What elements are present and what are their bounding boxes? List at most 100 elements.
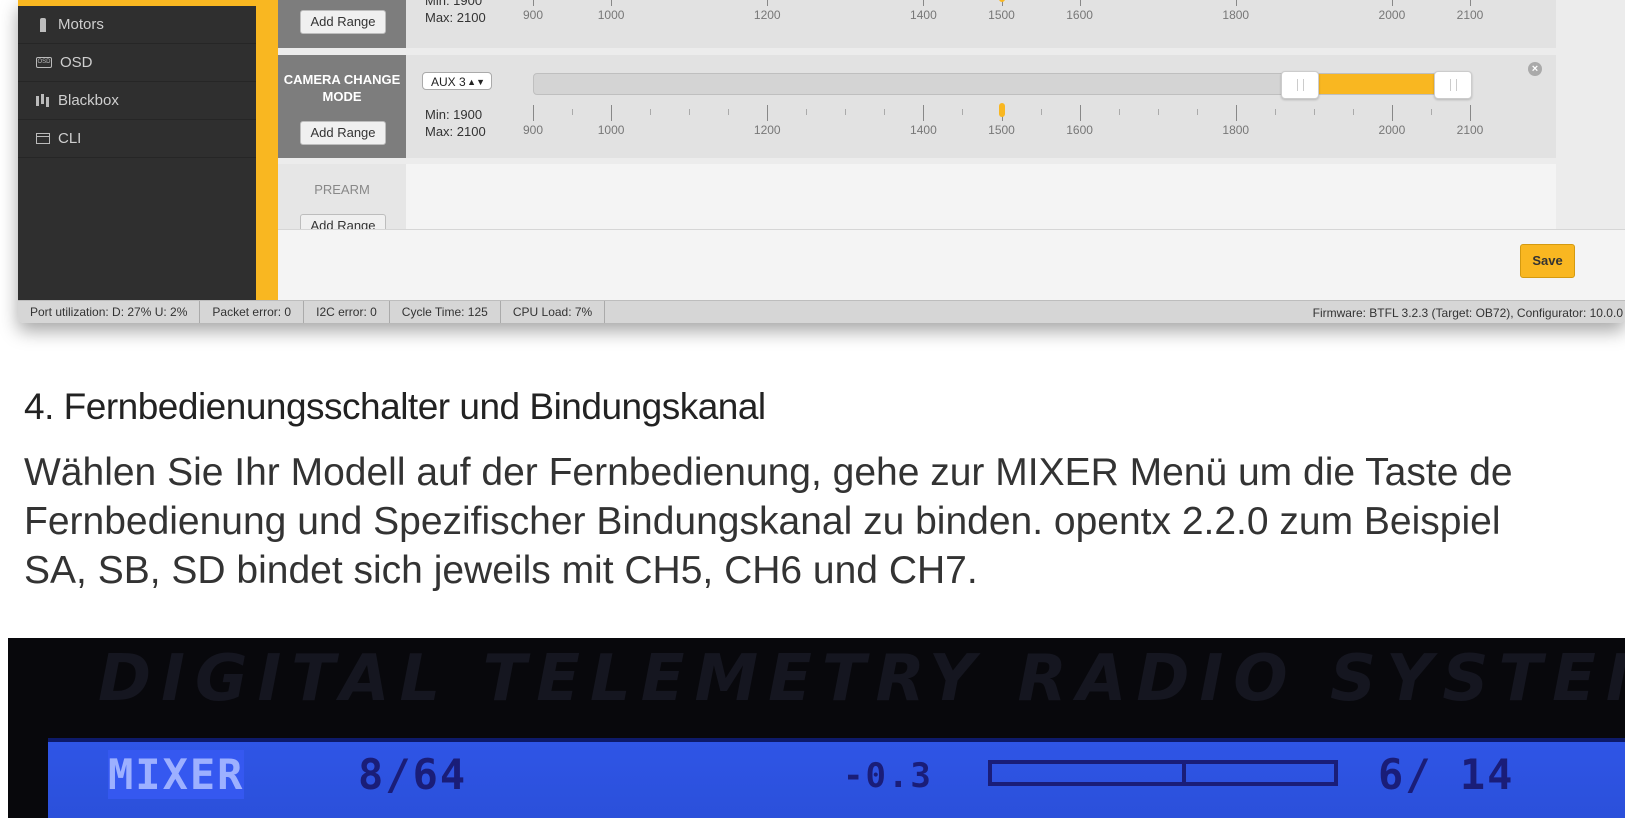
scale-tick-label: 2100 — [1456, 123, 1484, 137]
cli-icon — [36, 133, 50, 144]
save-button[interactable]: Save — [1520, 244, 1575, 278]
radio-lcd-screen: MIXER 8/64 -0.3 6/ 14 — [48, 738, 1625, 818]
scale-minor-tick — [1352, 109, 1354, 115]
scale-tick-label: 1800 — [1222, 123, 1250, 137]
scale-tick-label: 900 — [522, 123, 544, 137]
range-handle-max[interactable] — [1434, 71, 1472, 99]
add-range-button[interactable]: Add Range — [300, 121, 386, 145]
scale-minor-tick — [845, 109, 847, 115]
lcd-page: 8/64 — [358, 750, 468, 799]
sidebar: Motors OSD OSD Blackbox CLI — [18, 0, 278, 300]
scale-major-tick — [767, 105, 769, 121]
body-line: Fernbedienung und Spezifischer Bindungsk… — [24, 500, 1501, 543]
scale-major-tick — [533, 0, 534, 6]
mode-name: CAMERA CHANGE MODE — [283, 72, 401, 104]
radio-photo: DIGITAL TELEMETRY RADIO SYSTEM MIXER 8/6… — [8, 638, 1625, 818]
scale-tick-label: 1500 — [988, 8, 1015, 22]
mode-row: Add Range Min: 1900 Max: 2100 900 1000 120… — [278, 0, 1556, 48]
scale-major-tick — [1235, 105, 1237, 121]
scale-tick-label: 2000 — [1378, 8, 1406, 22]
scale-major-tick — [923, 0, 925, 6]
i2c-error: I2C error: 0 — [304, 301, 390, 323]
radio-banner: DIGITAL TELEMETRY RADIO SYSTEM — [98, 642, 1625, 716]
scale-major-tick — [1391, 0, 1393, 6]
scale-major-tick — [767, 0, 769, 6]
mode-row-prearm: PREARM Add Range — [278, 164, 1556, 238]
sidebar-item-label: CLI — [58, 130, 82, 147]
range-max: Max: 2100 — [425, 10, 486, 25]
scale-tick-label: 1000 — [597, 123, 625, 137]
section-heading: 4. Fernbedienungsschalter und Bindungska… — [24, 386, 766, 427]
scale-tick-label: 1600 — [1066, 8, 1093, 22]
port-utilization: Port utilization: D: 27% U: 2% — [18, 301, 201, 323]
lcd-value: -0.3 — [843, 756, 933, 796]
scale-tick-label: 1600 — [1066, 123, 1093, 137]
scale-tick-label: 1200 — [753, 8, 781, 22]
scale-major-tick — [533, 105, 534, 121]
sidebar-item-label: Motors — [58, 16, 104, 33]
range-fill — [1299, 74, 1452, 94]
packet-error: Packet error: 0 — [200, 301, 305, 323]
range-min: Min: 1900 — [425, 107, 483, 122]
lcd-count: 6/ 14 — [1378, 750, 1515, 799]
scale-tick-label: 900 — [522, 8, 544, 22]
range-slider[interactable] — [533, 71, 1472, 99]
select-arrows-icon: ▲▼ — [467, 77, 485, 87]
scale-minor-tick — [1157, 109, 1159, 115]
scale-minor-tick — [1430, 109, 1432, 115]
range-max: Max: 2100 — [425, 124, 486, 139]
mode-row-camera-change: CAMERA CHANGE MODE Add Range AUX 3 ▲▼ × … — [278, 55, 1556, 158]
range-min: Min: 1900 — [425, 0, 483, 8]
remove-range-icon[interactable]: × — [1528, 62, 1542, 76]
mode-label-box: PREARM Add Range — [278, 164, 406, 238]
mode-label-box: Add Range — [278, 0, 406, 48]
sidebar-item-motors[interactable]: Motors — [18, 6, 256, 44]
lcd-bar — [988, 760, 1338, 786]
scale-minor-tick — [1040, 109, 1042, 115]
scale-minor-tick — [650, 109, 652, 115]
scale-minor-tick — [1196, 109, 1198, 115]
osd-icon: OSD — [36, 57, 52, 68]
scale-major-tick — [611, 0, 613, 6]
scale-tick-label: 1200 — [753, 123, 781, 137]
sidebar-item-blackbox[interactable]: Blackbox — [18, 82, 256, 120]
mode-name: PREARM — [314, 182, 370, 197]
configurator-window: Motors OSD OSD Blackbox CLI Add Range Mi… — [18, 0, 1625, 323]
body-line: SA, SB, SD bindet sich jeweils mit CH5, … — [24, 549, 978, 592]
scale-tick-label: 1000 — [597, 8, 625, 22]
scale-minor-tick — [1313, 109, 1315, 115]
cycle-time: Cycle Time: 125 — [390, 301, 501, 323]
range-scale: 900 1000 1200 1400 1500 1600 1800 2000 2100 — [523, 103, 1483, 145]
modes-content: Add Range Min: 1900 Max: 2100 900 1000 120… — [278, 0, 1625, 301]
channel-position-marker — [998, 0, 1005, 2]
scale-minor-tick — [1118, 109, 1120, 115]
bottom-toolbar: Save — [278, 229, 1625, 301]
scale-minor-tick — [689, 109, 691, 115]
scale-tick-label: 1400 — [910, 8, 937, 22]
sidebar-item-cli[interactable]: CLI — [18, 120, 256, 158]
scale-major-tick — [1235, 0, 1237, 6]
scale-major-tick — [923, 105, 925, 121]
scale-tick-label: 2000 — [1378, 123, 1406, 137]
channel-position-marker — [998, 103, 1005, 117]
scale-tick-label: 2100 — [1456, 8, 1484, 22]
sidebar-item-osd[interactable]: OSD OSD — [18, 44, 256, 82]
status-bar: Port utilization: D: 27% U: 2% Packet er… — [18, 300, 1625, 323]
range-handle-min[interactable] — [1281, 71, 1319, 99]
scale-tick-label: 1500 — [988, 123, 1015, 137]
scale-minor-tick — [1274, 109, 1276, 115]
add-range-button[interactable]: Add Range — [300, 10, 386, 34]
scale-major-tick — [1470, 0, 1471, 6]
section-body: Wählen Sie Ihr Modell auf der Fernbedien… — [24, 448, 1625, 595]
scale-minor-tick — [728, 109, 730, 115]
firmware-info: Firmware: BTFL 3.2.3 (Target: OB72), Con… — [1312, 305, 1623, 320]
scale-tick-label: 1400 — [910, 123, 937, 137]
aux-select-value: AUX 3 — [431, 75, 466, 89]
aux-channel-select[interactable]: AUX 3 ▲▼ — [422, 72, 492, 90]
mode-label-box: CAMERA CHANGE MODE Add Range — [278, 55, 406, 158]
scale-minor-tick — [806, 109, 808, 115]
scale-minor-tick — [884, 109, 886, 115]
sidebar-item-label: OSD — [60, 54, 93, 71]
body-line: Wählen Sie Ihr Modell auf der Fernbedien… — [24, 451, 1513, 494]
motor-icon — [36, 17, 50, 32]
